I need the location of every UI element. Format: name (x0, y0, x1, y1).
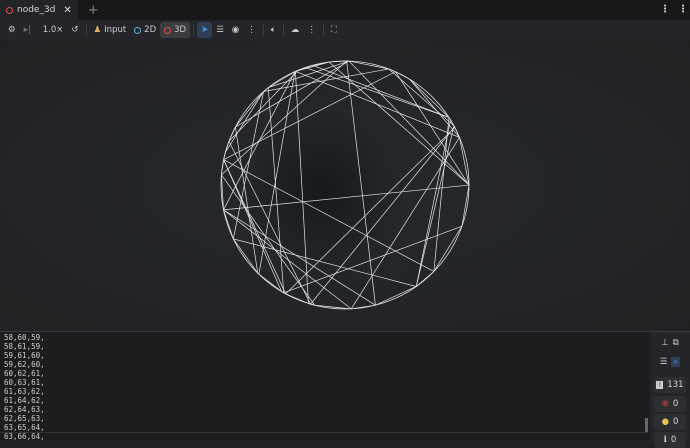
errors-count: 0 (673, 399, 678, 409)
log-line: 62,65,63, (4, 414, 45, 423)
sphere-wireframe (0, 40, 690, 330)
error-icon: ⊗ (662, 399, 669, 409)
wire-edge (264, 69, 389, 92)
log-line: 62,64,63, (4, 405, 45, 414)
wire-edge (349, 61, 389, 69)
messages-count: 131 (667, 380, 683, 390)
wire-edge (395, 72, 469, 185)
reset-icon[interactable]: ↺ (67, 22, 82, 38)
mode-2d-button[interactable]: 2D (130, 22, 160, 38)
log-line: 60,62,61, (4, 369, 45, 378)
log-line: 61,63,62, (4, 387, 45, 396)
more-icon[interactable]: ⋮ (303, 22, 320, 38)
messages-filter[interactable]: ! 131 (654, 377, 686, 393)
log-output[interactable]: 58,60,59,58,61,59,59,61,60,59,62,60,60,6… (4, 333, 45, 441)
new-tab-button[interactable]: + (88, 3, 99, 18)
input-icon: ♟ (94, 25, 102, 35)
mode-3d-button[interactable]: 3D (160, 22, 190, 38)
log-line: 58,61,59, (4, 342, 45, 351)
speed-button[interactable]: 1.0× (39, 22, 68, 38)
scrollbar[interactable] (645, 418, 648, 432)
search-icon[interactable]: ⌕ (671, 357, 680, 367)
input-label: Input (104, 25, 126, 35)
wire-edge (389, 69, 454, 126)
wire-edge (229, 127, 235, 141)
log-line: 59,61,60, (4, 351, 45, 360)
close-icon[interactable]: ✕ (63, 5, 71, 16)
node-2d-icon (134, 27, 141, 34)
wire-edge (389, 69, 396, 72)
info-filter[interactable]: ℹ0 (654, 432, 686, 448)
node-3d-icon (6, 7, 13, 14)
input-button[interactable]: ♟Input (90, 22, 131, 38)
wire-edge (224, 210, 234, 239)
step-icon[interactable]: ▸| (20, 22, 35, 38)
more-icon[interactable]: ⋮ (243, 22, 260, 38)
log-line: 60,63,61, (4, 378, 45, 387)
log-line: 59,62,60, (4, 360, 45, 369)
tab-node-3d[interactable]: node_3d ✕ (0, 0, 78, 20)
audio-icon[interactable]: 🔈︎ (267, 22, 280, 38)
collapse-icon: ☰ (660, 357, 668, 367)
info-count: 0 (671, 435, 676, 445)
fullscreen-icon[interactable]: ⛶ (327, 22, 341, 38)
wire-edge (235, 92, 263, 128)
wire-edge (259, 274, 282, 291)
warnings-filter[interactable]: ●0 (654, 414, 686, 430)
log-line: 58,60,59, (4, 333, 45, 342)
wire-edge (462, 185, 469, 226)
clear-button[interactable]: ⊥⧉ (654, 335, 686, 351)
wire-edge (351, 305, 375, 309)
wire-edge (375, 286, 416, 305)
broom-icon: ⊥ (661, 338, 668, 348)
select-icon[interactable]: ➤ (197, 22, 212, 38)
more-icon-2[interactable]: ⋮ (678, 4, 688, 15)
3d-viewport[interactable] (0, 40, 690, 330)
camera-icon[interactable]: ☁ (287, 22, 304, 38)
wire-edge (286, 294, 309, 304)
copy-icon[interactable]: ⧉ (673, 338, 679, 348)
divider (193, 24, 194, 36)
toolbar: ⚙ ▸| 1.0× ↺ ♟Input 2D 3D ➤ ☰ ◉ ⋮ 🔈︎ ☁ ⋮ … (0, 20, 690, 40)
more-icon[interactable]: ⋮ (660, 4, 670, 15)
wire-edge (434, 226, 462, 271)
wire-edge (416, 120, 450, 287)
inner-shadow-sphere (240, 108, 404, 272)
wire-edge (221, 160, 223, 175)
mode-3d-label: 3D (174, 25, 186, 35)
log-line: 63,65,64, (4, 423, 45, 432)
errors-filter[interactable]: ⊗0 (654, 396, 686, 412)
wire-edge (410, 79, 460, 137)
message-icon: ! (656, 381, 663, 389)
warnings-count: 0 (673, 417, 678, 427)
divider (283, 24, 284, 36)
node-3d-icon (164, 27, 171, 34)
filter-buttons[interactable]: ☰⌕ (654, 354, 686, 370)
output-console: 58,60,59,58,61,59,59,61,60,59,62,60,60,6… (0, 331, 690, 440)
log-line: 61,64,62, (4, 396, 45, 405)
tab-bar: node_3d ✕ + ⋮ ⋮ (0, 0, 690, 20)
tab-label: node_3d (17, 5, 55, 15)
divider (263, 24, 264, 36)
divider (323, 24, 324, 36)
pause-icon[interactable]: ⚙ (4, 22, 20, 38)
divider (86, 24, 87, 36)
visibility-icon[interactable]: ◉ (228, 22, 243, 38)
wire-edge (410, 79, 449, 117)
wire-edge (313, 62, 329, 65)
warning-icon: ● (662, 417, 669, 427)
list-icon[interactable]: ☰ (212, 22, 228, 38)
console-sidebar: ⊥⧉ ☰⌕ !131 ⊗0 ●0 ℹ0 (650, 332, 690, 441)
mode-2d-label: 2D (144, 25, 156, 35)
info-icon: ℹ (664, 435, 667, 445)
